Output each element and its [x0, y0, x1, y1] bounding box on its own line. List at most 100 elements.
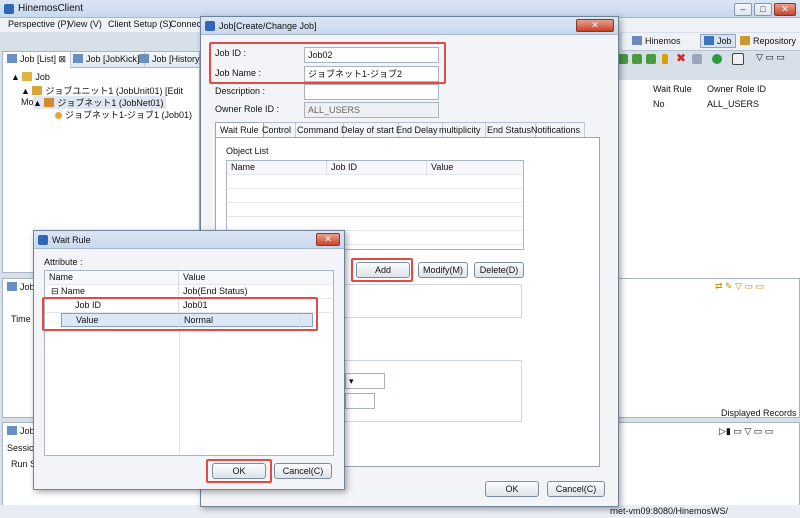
- perspective-repository[interactable]: Repository: [740, 36, 796, 46]
- run-icon[interactable]: [712, 54, 722, 64]
- cell-wait-rule: No: [653, 99, 665, 109]
- tab-job-list[interactable]: Job [List] ⊠: [3, 52, 72, 68]
- panel-title: Job: [7, 282, 35, 292]
- job-cancel-button[interactable]: Cancel(C): [547, 481, 605, 497]
- tab-wait-rule[interactable]: Wait Rule: [215, 122, 264, 138]
- wait-dialog-title: Wait Rule: [52, 235, 91, 245]
- tree-item[interactable]: ジョブネット1-ジョブ1 (Job01): [55, 108, 192, 121]
- minimize-button[interactable]: –: [734, 3, 752, 16]
- panel-title: Job: [7, 426, 35, 436]
- perspective-job[interactable]: Job: [700, 34, 736, 48]
- job-view-icon: [7, 282, 17, 291]
- wait-close-button[interactable]: ✕: [316, 233, 340, 246]
- tab-delay-start[interactable]: Delay of start: [337, 122, 400, 138]
- repository-icon: [740, 36, 750, 45]
- tab-multiplicity[interactable]: multiplicity: [435, 122, 486, 138]
- description-label: Description :: [215, 86, 266, 96]
- col-wait-rule[interactable]: Wait Rule: [653, 84, 692, 94]
- jobnet-icon: [44, 98, 55, 107]
- displayed-records: Displayed Records : 0: [721, 408, 800, 418]
- col-owner-role[interactable]: Owner Role ID: [707, 84, 766, 94]
- col-value[interactable]: Value: [427, 161, 523, 175]
- highlight-rows: [42, 297, 318, 331]
- app-logo-icon: [4, 4, 14, 14]
- table-row[interactable]: [227, 189, 523, 203]
- end-status-select[interactable]: ▾: [345, 373, 385, 389]
- end-condition-group: ▾: [336, 360, 522, 422]
- delete-icon[interactable]: ✖: [676, 51, 686, 65]
- view-menu-icon[interactable]: ▽ ▭ ▭: [756, 52, 785, 63]
- highlight-job-fields: [209, 42, 446, 84]
- tab-control[interactable]: Control: [258, 122, 297, 138]
- delete-button[interactable]: Delete(D): [474, 262, 524, 278]
- col-value[interactable]: Value: [179, 271, 333, 285]
- job-ok-button[interactable]: OK: [485, 481, 539, 497]
- folder-icon: [22, 72, 33, 81]
- attribute-label: Attribute :: [44, 257, 83, 267]
- job-dialog-title: Job[Create/Change Job]: [219, 21, 317, 31]
- owner-role-label: Owner Role ID :: [215, 104, 280, 114]
- session-view-icon: [7, 426, 17, 435]
- job-kick-icon: [73, 54, 83, 63]
- dialog-close-button[interactable]: ✕: [576, 19, 614, 32]
- object-list-label: Object List: [226, 146, 269, 156]
- job-toolbar: ✖ ▽ ▭ ▭: [616, 51, 800, 69]
- cell-owner-role: ALL_USERS: [707, 99, 760, 109]
- sync-icons[interactable]: ⇄ ✎ ▽ ▭ ▭: [715, 281, 764, 292]
- menu-client-setup[interactable]: Client Setup (S): [108, 19, 172, 29]
- dialog-app-icon: [38, 235, 48, 245]
- clear-icon[interactable]: [692, 54, 702, 64]
- tab-notifications[interactable]: Notifications: [527, 122, 586, 138]
- highlight-add: [351, 258, 413, 282]
- table-header: Name Job ID Value: [227, 161, 523, 175]
- table-row[interactable]: [227, 217, 523, 231]
- add-unit-icon[interactable]: [632, 54, 642, 64]
- col-name[interactable]: Name: [45, 271, 179, 285]
- folder-edit-icon: [32, 86, 43, 95]
- maximize-button[interactable]: □: [754, 3, 772, 16]
- register-icon[interactable]: [732, 53, 744, 65]
- dialog-tabbar: Wait Rule Control Command Delay of start…: [215, 122, 595, 138]
- server-url: rnet-vm09:8080/HinemosWS/: [610, 506, 729, 516]
- tab-job-history[interactable]: Job [History]: [135, 52, 208, 68]
- col-job-id[interactable]: Job ID: [327, 161, 427, 175]
- table-row[interactable]: [227, 203, 523, 217]
- job-table: Wait Rule Owner Role ID No ALL_USERS: [618, 80, 800, 280]
- hinemos-icon: [632, 36, 642, 45]
- description-input[interactable]: [304, 84, 439, 100]
- col-name[interactable]: Name: [227, 161, 327, 175]
- highlight-ok: [206, 459, 272, 483]
- modify-button[interactable]: Modify(M): [418, 262, 468, 278]
- add-job-icon[interactable]: [618, 54, 628, 64]
- table-row[interactable]: [227, 175, 523, 189]
- wait-cancel-button[interactable]: Cancel(C): [274, 463, 332, 479]
- menu-perspective[interactable]: Perspective (P): [8, 19, 70, 29]
- copy-icon[interactable]: [646, 54, 656, 64]
- menu-connect[interactable]: Connect: [170, 19, 204, 29]
- dialog-app-icon: [205, 21, 215, 31]
- column-divider: [179, 327, 180, 455]
- tab-command[interactable]: Command: [293, 122, 344, 138]
- wait-rule-dialog: Wait Rule ✕ Attribute : Name Value ⊟ Nam…: [33, 230, 345, 490]
- app-title: HinemosClient: [18, 3, 84, 14]
- job-icon: [55, 112, 62, 119]
- wait-dialog-titlebar: Wait Rule ✕: [34, 231, 344, 249]
- tree-item[interactable]: ▲ Job: [11, 72, 50, 82]
- end-value-input[interactable]: [345, 393, 375, 409]
- perspective-bar: Hinemos Job Repository: [622, 33, 800, 51]
- menu-view[interactable]: View (V): [68, 19, 102, 29]
- table-header: Name Value: [45, 271, 333, 285]
- job-perspective-icon: [704, 36, 714, 45]
- job-list-icon: [7, 54, 17, 63]
- owner-role-input[interactable]: ALL_USERS: [304, 102, 439, 118]
- job-history-icon: [139, 54, 149, 63]
- job-dialog-titlebar: Job[Create/Change Job] ✕: [201, 17, 618, 35]
- condition-group: [336, 284, 522, 318]
- close-button[interactable]: ✕: [774, 3, 796, 16]
- edit-icon[interactable]: [662, 54, 668, 64]
- tab-job-kick[interactable]: Job [JobKick]: [69, 52, 145, 68]
- panel-controls[interactable]: ▷▮ ▭ ▽ ▭ ▭: [719, 426, 773, 437]
- col-time[interactable]: Time: [11, 314, 31, 324]
- view-tabbar: Job [List] ⊠ Job [JobKick] Job [History]: [3, 52, 208, 68]
- perspective-hinemos[interactable]: Hinemos: [632, 36, 681, 46]
